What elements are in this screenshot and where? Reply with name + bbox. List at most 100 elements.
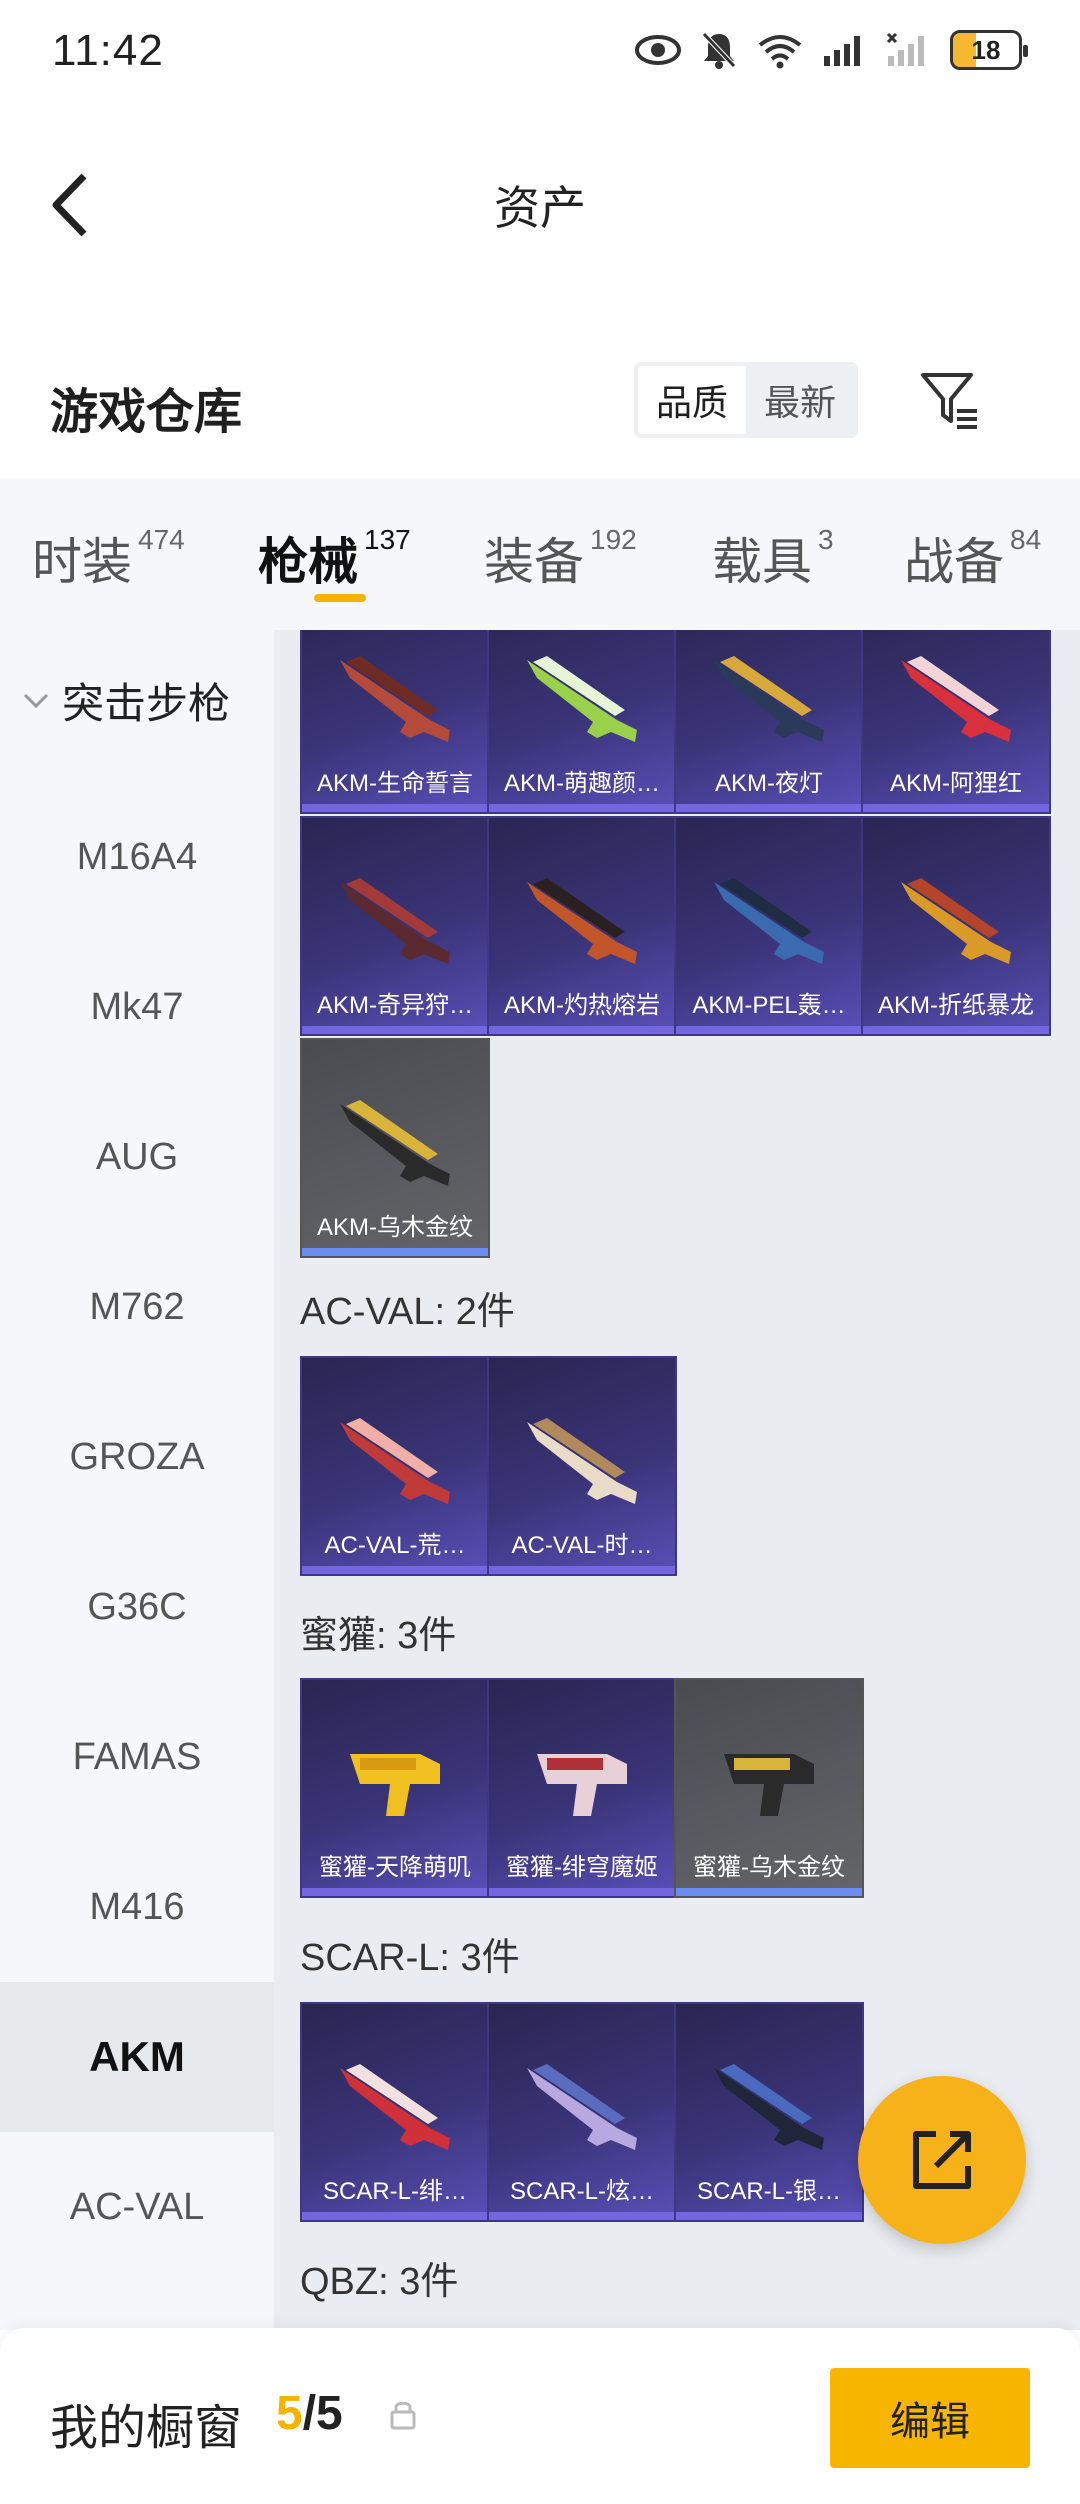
sidebar-item-aug[interactable]: AUG [0,1082,274,1232]
weapon-card[interactable]: 蜜獾-绯穹魔姬 [487,1678,677,1898]
weapon-name: AKM-夜灯 [715,769,823,797]
sidebar-item-m762[interactable]: M762 [0,1232,274,1382]
sidebar-item-akm[interactable]: AKM [0,1982,274,2132]
weapon-card[interactable]: AC-VAL-荒… [300,1356,490,1576]
sort-toggle: 品质 最新 [634,362,858,438]
rifle-icon [901,878,1011,964]
tab-weapons[interactable]: 枪械 137 [258,522,411,594]
showcase-total: /5 [302,2387,343,2440]
tab-count: 192 [590,524,637,555]
weapon-card[interactable]: AKM-夜灯 [674,630,864,814]
weapon-card[interactable]: SCAR-L-银… [674,2002,864,2222]
section-title: 游戏仓库 [50,386,243,439]
rifle-icon [527,656,637,742]
group-title-ac-val: AC-VAL: 2件 [300,1291,515,1333]
mute-icon [700,28,738,72]
weapon-name: 蜜獾-绯穹魔姬 [506,1853,658,1881]
rifle-icon [527,1418,637,1504]
tab-count: 84 [1010,524,1042,555]
share-button[interactable] [858,2076,1026,2244]
rifle-icon [901,656,1011,742]
weapon-card[interactable]: SCAR-L-绯… [300,2002,490,2222]
weapon-card[interactable]: AKM-生命誓言 [300,630,490,814]
weapon-card[interactable]: AC-VAL-时… [487,1356,677,1576]
category-tabs: 时装 474 枪械 137 装备 192 载具 3 战备 84 [0,478,1080,630]
active-tab-indicator [314,594,366,602]
showcase-bar: 我的橱窗 5/5 编辑 [0,2328,1080,2504]
rifle-icon [714,2064,824,2150]
weapon-card[interactable]: AKM-折纸暴龙 [861,816,1051,1036]
tab-vehicles[interactable]: 载具 3 [712,522,834,594]
weapon-card[interactable]: 蜜獾-天降萌叽 [300,1678,490,1898]
tab-label: 枪械 [258,534,358,590]
wifi-icon [756,28,804,72]
weapon-card[interactable]: AKM-PEL轰… [674,816,864,1036]
rifle-icon [340,878,450,964]
sidebar-group-label: 突击步枪 [62,680,231,727]
weapon-card[interactable]: 蜜獾-乌木金纹 [674,1678,864,1898]
tab-label: 载具 [712,534,812,590]
weapon-card[interactable]: AKM-乌木金纹 [300,1038,490,1258]
showcase-current: 5 [276,2387,303,2440]
rifle-icon [724,1754,814,1816]
sort-latest[interactable]: 最新 [746,366,854,434]
weapon-grid: AKM-生命誓言 AKM-萌趣颜… AKM-夜灯 AKM-阿狸红 AKM-奇异狩… [274,630,1080,2330]
sidebar-item-famas[interactable]: FAMAS [0,1682,274,1832]
weapon-name: AKM-萌趣颜… [504,769,660,797]
rifle-icon [350,1754,440,1816]
status-bar: 11:42 18 [0,0,1080,100]
sidebar-item-mk47[interactable]: Mk47 [0,932,274,1082]
tab-equipment[interactable]: 装备 192 [484,522,637,594]
rifle-icon [714,878,824,964]
tab-supplies[interactable]: 战备 84 [904,522,1041,594]
weapon-name: AKM-折纸暴龙 [878,991,1034,1019]
edit-button[interactable]: 编辑 [830,2368,1030,2468]
weapon-name: SCAR-L-银… [696,2177,841,2205]
rifle-icon [537,1754,627,1816]
weapon-card[interactable]: SCAR-L-炫… [487,2002,677,2222]
rifle-icon [340,1100,450,1186]
signal-off-icon [886,28,932,72]
tab-count: 3 [818,524,834,555]
sidebar-item-m16a4[interactable]: M16A4 [0,782,274,932]
weapon-name: AKM-生命誓言 [317,769,473,797]
tab-fashion[interactable]: 时装 474 [32,522,185,594]
sort-quality[interactable]: 品质 [638,366,746,434]
status-time: 11:42 [52,26,164,75]
weapon-card[interactable]: AKM-奇异狩… [300,816,490,1036]
tab-label: 装备 [484,534,584,590]
weapon-card[interactable]: AKM-萌趣颜… [487,630,677,814]
group-title-scar-l: SCAR-L: 3件 [300,1937,520,1979]
filter-button[interactable] [912,362,988,438]
rifle-icon [340,656,450,742]
tab-count: 137 [364,524,411,555]
rifle-icon [340,1418,450,1504]
tab-label: 战备 [904,534,1004,590]
weapon-card[interactable]: AKM-阿狸红 [861,630,1051,814]
sidebar-item-m416[interactable]: M416 [0,1832,274,1982]
weapon-name: AKM-灼热熔岩 [504,991,660,1019]
tab-label: 时装 [32,534,132,590]
rifle-icon [527,878,637,964]
group-title-honey-badger: 蜜獾: 3件 [300,1615,457,1657]
tab-count: 474 [138,524,185,555]
rifle-icon [340,2064,450,2150]
weapon-name: 蜜獾-天降萌叽 [319,1853,471,1881]
weapon-card[interactable]: AKM-灼热熔岩 [487,816,677,1036]
group-title-qbz: QBZ: 3件 [300,2261,459,2303]
weapon-name: AKM-PEL轰… [692,991,846,1019]
weapon-name: AC-VAL-荒… [324,1531,466,1559]
sidebar-item-g36c[interactable]: G36C [0,1532,274,1682]
sidebar-item-groza[interactable]: GROZA [0,1382,274,1532]
weapon-name: 蜜獾-乌木金纹 [693,1853,845,1881]
showcase-count: 5/5 [276,2386,343,2441]
sidebar-group-assault-rifle[interactable]: 突击步枪 [22,670,230,731]
showcase-label: 我的橱窗 [50,2402,243,2455]
status-icons: 18 [634,28,1028,72]
weapon-name: SCAR-L-绯… [322,2177,467,2205]
weapon-name: AKM-阿狸红 [890,769,1022,797]
battery-icon: 18 [950,30,1028,70]
weapon-name: AC-VAL-时… [511,1531,653,1559]
sidebar-item-ac-val[interactable]: AC-VAL [0,2132,274,2282]
weapon-type-sidebar: 突击步枪 M16A4 Mk47 AUG M762 GROZA G36C FAMA… [0,630,274,2330]
